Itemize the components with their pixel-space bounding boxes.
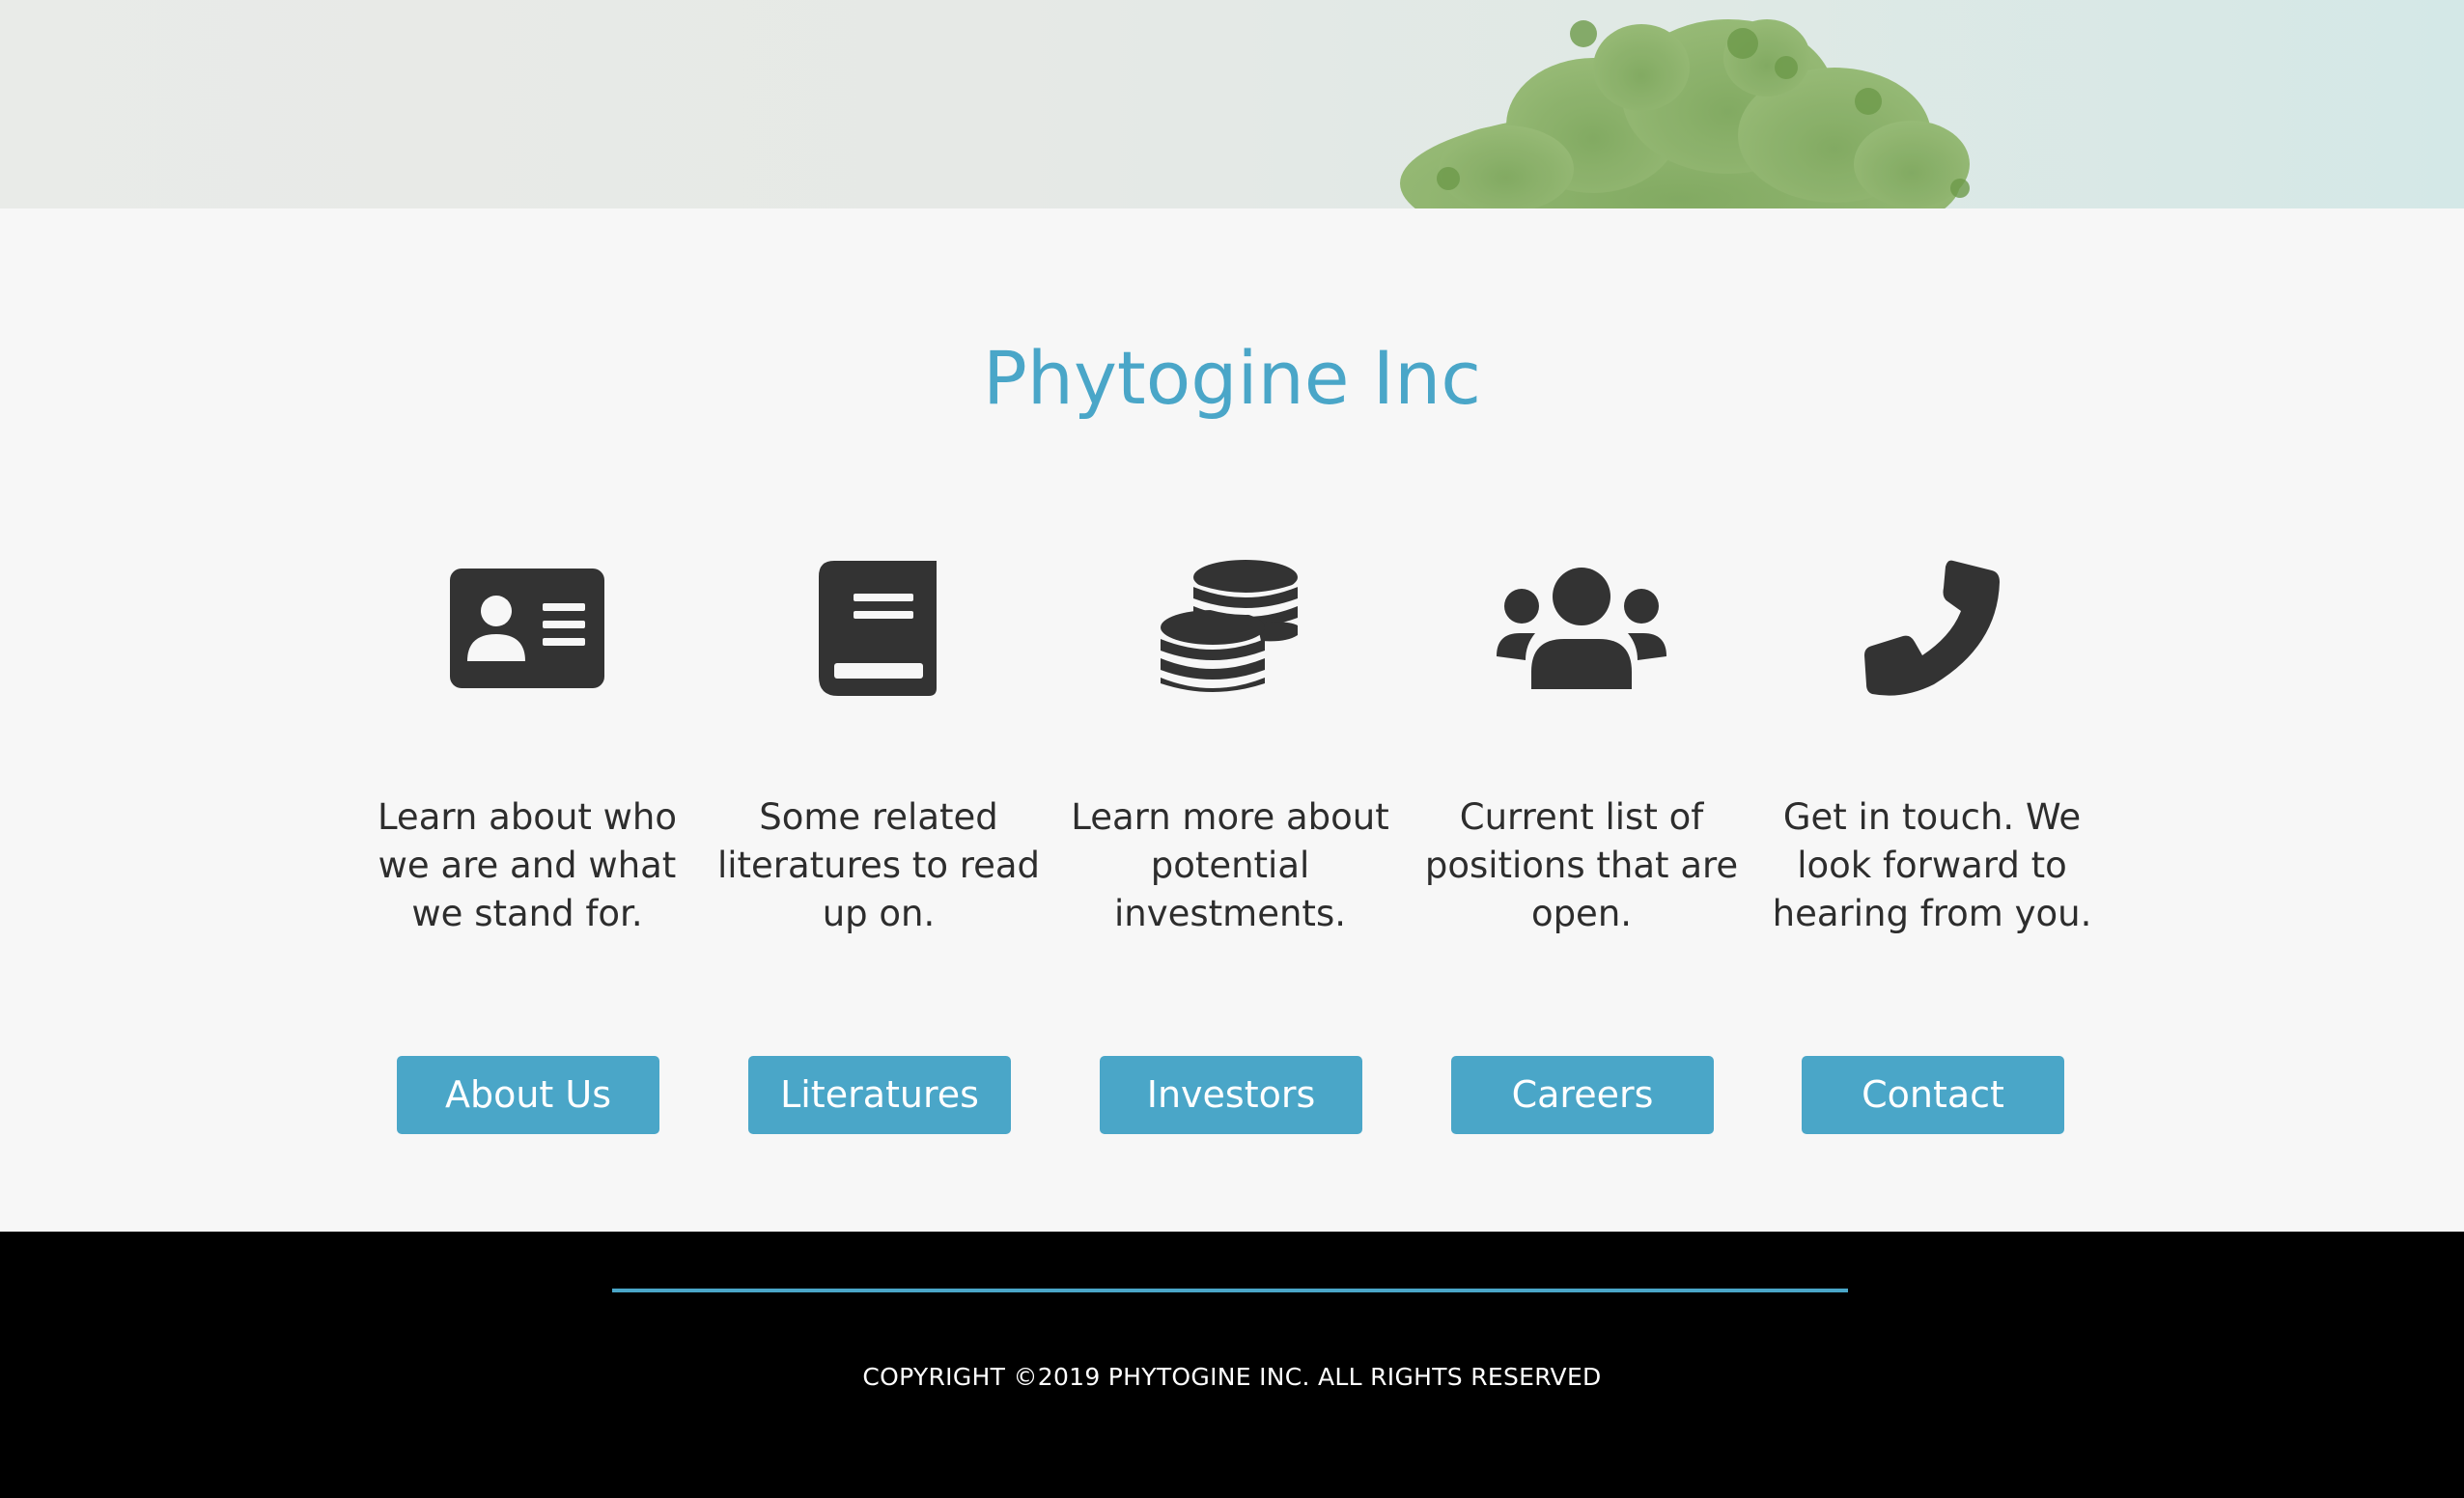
main-section: Phytogine Inc Learn about who we are and… bbox=[0, 208, 2464, 1232]
page-title: Phytogine Inc bbox=[982, 335, 1482, 421]
coins-icon bbox=[1056, 556, 1404, 701]
feature-description: Learn more about potential investments. bbox=[1071, 796, 1389, 934]
about-us-button[interactable]: About Us bbox=[397, 1056, 659, 1134]
feature-contact: Get in touch. We look forward to hearing… bbox=[1758, 556, 2106, 1154]
feature-description: Some related literatures to read up on. bbox=[716, 796, 1041, 934]
literatures-button[interactable]: Literatures bbox=[748, 1056, 1011, 1134]
feature-literatures: Some related literatures to read up on. … bbox=[705, 556, 1052, 1154]
id-card-icon bbox=[353, 556, 701, 701]
footer-divider bbox=[612, 1289, 1848, 1292]
feature-description: Get in touch. We look forward to hearing… bbox=[1772, 796, 2092, 934]
feature-description: Learn about who we are and what we stand… bbox=[377, 796, 678, 934]
feature-description: Current list of positions that are open. bbox=[1424, 796, 1739, 934]
book-icon bbox=[705, 556, 1052, 701]
feature-investors: Learn more about potential investments. … bbox=[1056, 556, 1404, 1154]
tree-image bbox=[1400, 19, 1970, 208]
contact-button[interactable]: Contact bbox=[1802, 1056, 2064, 1134]
phone-icon bbox=[1758, 556, 2106, 701]
careers-button[interactable]: Careers bbox=[1451, 1056, 1714, 1134]
investors-button[interactable]: Investors bbox=[1100, 1056, 1362, 1134]
hero-banner bbox=[0, 0, 2464, 208]
users-icon bbox=[1408, 556, 1755, 701]
footer: COPYRIGHT ©2019 PHYTOGINE INC. ALL RIGHT… bbox=[0, 1232, 2464, 1498]
feature-careers: Current list of positions that are open.… bbox=[1408, 556, 1755, 1154]
copyright-text: COPYRIGHT ©2019 PHYTOGINE INC. ALL RIGHT… bbox=[862, 1363, 1602, 1391]
feature-about: Learn about who we are and what we stand… bbox=[353, 556, 701, 1154]
